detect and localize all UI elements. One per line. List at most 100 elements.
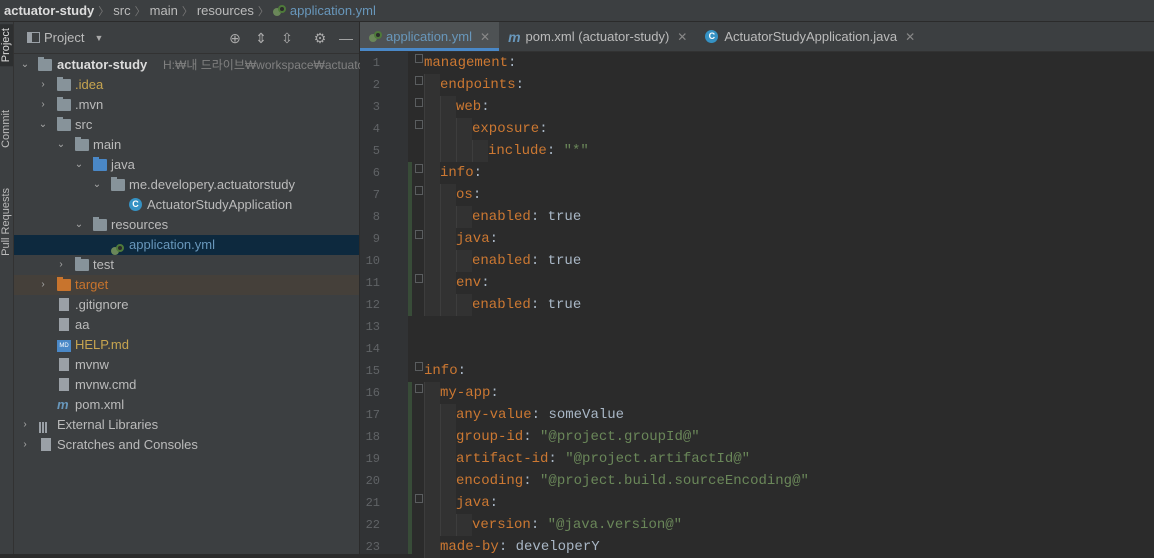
tool-tab-commit[interactable]: Commit — [0, 106, 13, 152]
close-icon[interactable]: ✕ — [480, 30, 490, 44]
close-icon[interactable]: ✕ — [677, 30, 687, 44]
indent-guide — [424, 514, 440, 536]
editor-gutter[interactable]: 1 2 3 4 5 6 7 8 9 10 11 12 13 14 15 16 17 18 19 20 21 22 23 — [360, 52, 423, 554]
indent-guide — [424, 272, 440, 294]
collapse-all-icon[interactable]: ⇳ — [279, 30, 295, 46]
breadcrumb-project[interactable]: actuator-study — [4, 3, 94, 18]
chevron-right-icon[interactable]: › — [37, 275, 49, 295]
chevron-right-icon[interactable]: › — [19, 435, 31, 455]
tree-item-mvnw-cmd[interactable]: mvnw.cmd — [14, 375, 359, 395]
tree-item-scratches[interactable]: › Scratches and Consoles — [14, 435, 359, 455]
tree-item-resources[interactable]: ⌄ resources — [14, 215, 359, 235]
indent-guide — [440, 294, 456, 316]
tree-item-label: java — [111, 157, 135, 172]
tree-item-src[interactable]: ⌄ src — [14, 115, 359, 135]
tab-application-yml[interactable]: application.yml ✕ — [360, 22, 500, 51]
tree-item-test[interactable]: › test — [14, 255, 359, 275]
chevron-down-icon[interactable]: ⌄ — [73, 155, 85, 175]
tree-item-mvnw[interactable]: mvnw — [14, 355, 359, 375]
chevron-right-icon[interactable]: › — [19, 415, 31, 435]
indent-guide — [424, 250, 440, 272]
tree-item-actuator-study[interactable]: ⌄ actuator-study H:₩내 드라이브₩workspace₩act… — [14, 55, 378, 75]
tree-item-mvn[interactable]: › .mvn — [14, 95, 359, 115]
close-icon[interactable]: ✕ — [905, 30, 915, 44]
line-number: 13 — [365, 320, 380, 334]
indent-guide — [440, 426, 456, 448]
code-line: env: — [456, 272, 490, 294]
yaml-key: java — [456, 231, 490, 247]
breadcrumb-resources[interactable]: resources — [197, 3, 254, 18]
folder-icon — [57, 97, 71, 111]
line-number: 20 — [365, 474, 380, 488]
locate-icon[interactable]: ⊕ — [227, 30, 243, 46]
tree-item-actuator-study-application[interactable]: C ActuatorStudyApplication — [14, 195, 359, 215]
breadcrumb-file[interactable]: application.yml — [290, 3, 376, 18]
tree-item-external-libraries[interactable]: › External Libraries — [14, 415, 359, 435]
chevron-down-icon[interactable]: ⌄ — [19, 55, 31, 75]
chevron-right-icon[interactable]: › — [37, 95, 49, 115]
source-folder-icon — [93, 157, 107, 171]
yaml-key: artifact-id — [456, 451, 549, 467]
editor-tabs: application.yml ✕ m pom.xml (actuator-st… — [360, 22, 1154, 52]
tab-label: pom.xml (actuator-study) — [525, 29, 670, 44]
tree-item-package[interactable]: ⌄ me.developery.actuatorstudy — [14, 175, 359, 195]
gear-icon[interactable]: ⚙ — [312, 30, 328, 46]
chevron-down-icon[interactable]: ⌄ — [37, 115, 49, 135]
code-line: management: — [424, 52, 516, 74]
tree-item-label: HELP.md — [75, 337, 129, 352]
tree-item-help-md[interactable]: MD HELP.md — [14, 335, 359, 355]
tree-item-aa[interactable]: aa — [14, 315, 359, 335]
breadcrumb-main[interactable]: main — [150, 3, 178, 18]
yaml-key: os — [456, 187, 473, 203]
code-line: os: — [456, 184, 481, 206]
tool-tab-pull-requests[interactable]: Pull Requests — [0, 184, 13, 260]
code-line: artifact-id: "@project.artifactId@" — [456, 448, 750, 470]
project-panel-title[interactable]: Project — [44, 30, 84, 45]
tool-tab-project[interactable]: Project — [0, 24, 13, 67]
code-area[interactable]: management: endpoints: web: exposure: includ… — [408, 52, 1154, 558]
chevron-down-icon[interactable]: ⌄ — [91, 175, 103, 195]
project-panel: Project ▼ ⊕ ⇕ ⇳ ⚙ — ⌄ actuator-study H:₩… — [14, 22, 378, 554]
line-number: 9 — [372, 232, 380, 246]
minimize-icon[interactable]: — — [338, 30, 354, 46]
tree-item-pom-xml[interactable]: m pom.xml — [14, 395, 359, 415]
expand-all-icon[interactable]: ⇕ — [253, 30, 269, 46]
chevron-down-icon[interactable]: ▼ — [94, 33, 103, 43]
chevron-down-icon[interactable]: ⌄ — [73, 215, 85, 235]
tree-item-gitignore[interactable]: .gitignore — [14, 295, 359, 315]
breadcrumb-separator: 〉 — [134, 5, 146, 18]
yaml-separator: : — [481, 275, 490, 291]
yaml-separator: : — [530, 209, 548, 225]
tree-item-idea[interactable]: › .idea — [14, 75, 359, 95]
tree-item-label: mvnw.cmd — [75, 377, 137, 392]
tree-item-label: main — [93, 137, 122, 152]
indent-guide — [440, 250, 456, 272]
tree-item-label: ActuatorStudyApplication — [147, 197, 293, 212]
tree-item-label: target — [75, 277, 109, 292]
spring-class-icon: C — [705, 30, 719, 43]
line-number: 7 — [372, 188, 380, 202]
yaml-key: enabled — [472, 209, 531, 225]
chevron-right-icon[interactable]: › — [37, 75, 49, 95]
gitignore-icon — [59, 298, 69, 311]
yaml-key: management — [424, 55, 509, 71]
indent-guide — [456, 118, 472, 140]
breadcrumb-src[interactable]: src — [113, 3, 130, 18]
yaml-icon — [272, 5, 287, 16]
tree-item-target[interactable]: › target — [14, 275, 359, 295]
tab-actuator-study-application[interactable]: C ActuatorStudyApplication.java ✕ — [696, 22, 924, 51]
chevron-down-icon[interactable]: ⌄ — [55, 135, 67, 155]
yaml-key: info — [440, 165, 474, 181]
project-toolbar: Project ▼ ⊕ ⇕ ⇳ ⚙ — — [14, 22, 359, 54]
tree-item-main[interactable]: ⌄ main — [14, 135, 359, 155]
line-number: 16 — [365, 386, 380, 400]
indent-guide — [456, 140, 472, 162]
tab-pom-xml[interactable]: m pom.xml (actuator-study) ✕ — [499, 22, 696, 51]
tree-item-label: application.yml — [129, 237, 215, 252]
tree-item-java[interactable]: ⌄ java — [14, 155, 359, 175]
indent-guide — [424, 536, 440, 558]
chevron-right-icon[interactable]: › — [55, 255, 67, 275]
tree-item-application-yml[interactable]: application.yml — [14, 235, 359, 256]
tool-tab-commit-label: Commit — [0, 110, 12, 148]
breadcrumb-separator: 〉 — [98, 5, 110, 18]
